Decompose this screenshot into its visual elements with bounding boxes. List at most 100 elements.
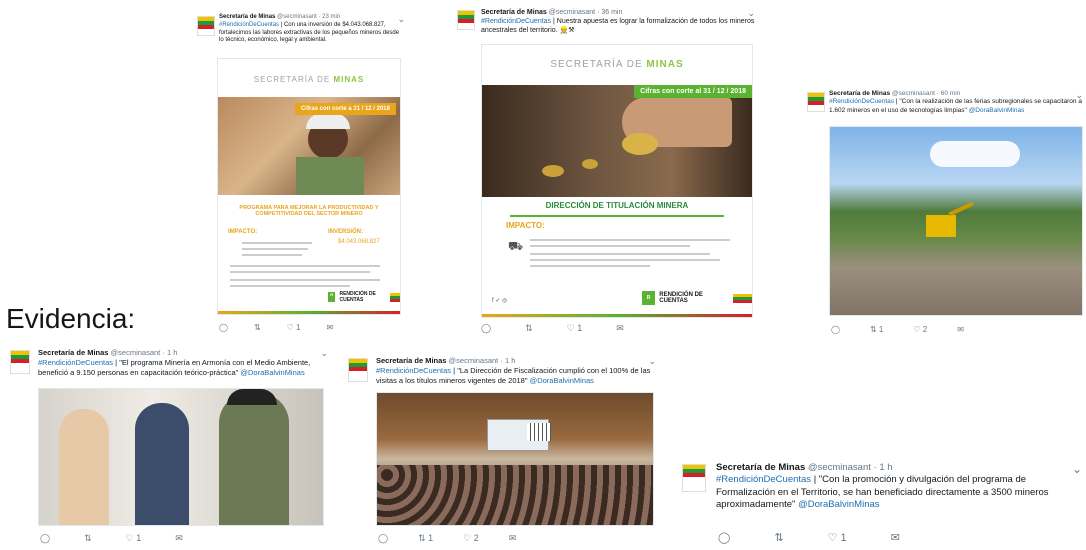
envelope-icon[interactable]: ✉ [327, 323, 334, 332]
like-count: 1 [577, 323, 583, 333]
retweet-icon[interactable]: ⇅ [254, 323, 261, 332]
tweet-photo[interactable] [829, 126, 1083, 316]
hashtag-link[interactable]: #RendiciónDeCuentas [376, 366, 451, 375]
tweet-time[interactable]: · 23 min [319, 14, 341, 20]
author-handle[interactable]: @secminasant [449, 356, 499, 365]
mention-link[interactable]: @DoraBalvinMinas [530, 376, 594, 385]
retweet-button[interactable]: ⇅ 1 [870, 325, 883, 334]
avatar[interactable] [457, 10, 475, 30]
cart-icon: ⛟ [508, 239, 524, 253]
gold-nugget [622, 133, 658, 155]
chevron-down-icon[interactable]: ⌄ [1075, 90, 1083, 102]
like-button[interactable]: ♡ 2 [463, 533, 479, 544]
hashtag-link[interactable]: #RendiciónDeCuentas [829, 98, 894, 105]
hashtag-link[interactable]: #RendiciónDeCuentas [38, 358, 113, 367]
author-handle[interactable]: @secminasant [808, 462, 871, 473]
cloud-shape [930, 141, 1020, 167]
reply-icon[interactable]: ◯ [40, 533, 50, 544]
author-handle[interactable]: @secminasant [111, 348, 161, 357]
avatar[interactable] [807, 92, 825, 112]
like-button[interactable]: ♡ 1 [567, 323, 583, 334]
tweet-actions: ◯ ⇅ 1 ♡ 2 ✉ [831, 325, 1083, 334]
author-handle[interactable]: @secminasant [549, 9, 595, 16]
reply-icon[interactable]: ◯ [378, 533, 388, 544]
gold-nugget [582, 159, 598, 169]
tweet-photo[interactable] [38, 388, 324, 526]
tweet-header: Secretaría de Minas @secminasant · 60 mi… [807, 90, 1083, 115]
reply-icon[interactable]: ◯ [831, 325, 840, 334]
envelope-icon[interactable]: ✉ [616, 323, 624, 334]
like-count: 1 [296, 323, 301, 332]
author-handle[interactable]: @secminasant [892, 90, 935, 97]
like-button[interactable]: ♡ 1 [287, 323, 301, 332]
envelope-icon[interactable]: ✉ [957, 325, 964, 334]
tweet-header: Secretaría de Minas @secminasant · 1 h ⌄… [10, 348, 328, 377]
hashtag-link[interactable]: #RendiciónDeCuentas [219, 22, 279, 28]
chevron-down-icon[interactable]: ⌄ [397, 14, 405, 26]
author-name[interactable]: Secretaría de Minas [716, 462, 805, 473]
reply-icon[interactable]: ◯ [718, 531, 730, 544]
envelope-icon[interactable]: ✉ [891, 531, 900, 544]
avatar[interactable] [348, 358, 368, 382]
excavator-arm [948, 201, 974, 217]
tweet-photo[interactable] [376, 392, 654, 526]
heart-icon: ♡ [125, 533, 134, 543]
like-button[interactable]: ♡ 2 [913, 325, 927, 334]
tweet-header: Secretaría de Minas @secminasant · 1 h ⌄… [682, 462, 1082, 511]
tweet-time[interactable]: · 60 min [937, 90, 960, 97]
investment-label: INVERSIÓN: [328, 229, 364, 235]
tweet-poster-image[interactable]: SECRETARÍA DE MINAS Cifras con corte a 3… [217, 58, 401, 315]
retweet-icon[interactable]: ⇅ [84, 533, 92, 544]
social-icons: f ✓ ◎ [492, 298, 508, 304]
hashtag-link[interactable]: #RendiciónDeCuentas [716, 474, 811, 485]
avatar[interactable] [10, 350, 30, 374]
mention-link[interactable]: @DoraBalvinMinas [240, 368, 304, 377]
retweet-button[interactable]: ⇅ 1 [418, 533, 433, 544]
tweet-poster-image[interactable]: SECRETARÍA DE MINAS Cifras con corte al … [481, 44, 753, 318]
like-button[interactable]: ♡ 1 [828, 531, 847, 544]
envelope-icon[interactable]: ✉ [175, 533, 183, 544]
avatar[interactable] [197, 16, 215, 36]
mention-link[interactable]: @DoraBalvinMinas [969, 107, 1025, 114]
rendicion-logo: R [328, 292, 336, 302]
envelope-icon[interactable]: ✉ [509, 533, 517, 544]
date-ribbon: Cifras con corte al 31 / 12 / 2018 [634, 85, 752, 98]
author-handle[interactable]: @secminasant [277, 14, 317, 20]
author-name[interactable]: Secretaría de Minas [219, 14, 275, 20]
retweet-icon[interactable]: ⇅ [774, 531, 783, 544]
date-ribbon: Cifras con corte a 31 / 12 / 2018 [294, 103, 396, 115]
author-name[interactable]: Secretaría de Minas [481, 9, 547, 16]
retweet-icon: ⇅ [869, 325, 877, 334]
tweet-card: Secretaría de Minas @secminasant · 36 mi… [457, 8, 755, 334]
poster-photo [482, 85, 752, 197]
chevron-down-icon[interactable]: ⌄ [648, 356, 656, 368]
retweet-icon[interactable]: ⇅ [525, 323, 533, 334]
tweet-time[interactable]: · 1 h [874, 462, 893, 473]
tweet-time[interactable]: · 1 h [162, 348, 177, 357]
impact-label: IMPACTO: [228, 229, 258, 235]
like-button[interactable]: ♡ 1 [126, 533, 142, 544]
rendicion-logo-text: RENDICIÓN DE CUENTAS [659, 292, 703, 304]
avatar[interactable] [682, 464, 706, 492]
program-banner: DIRECCIÓN DE TITULACIÓN MINERA [510, 197, 724, 217]
tweet-time[interactable]: · 1 h [500, 356, 515, 365]
poster-footer: R RENDICIÓN DE CUENTAS [642, 291, 752, 305]
reply-icon[interactable]: ◯ [481, 323, 491, 334]
author-name[interactable]: Secretaría de Minas [376, 356, 446, 365]
hashtag-link[interactable]: #RendiciónDeCuentas [481, 18, 551, 25]
tweet-header: Secretaría de Minas @secminasant · 36 mi… [457, 8, 755, 35]
reply-icon[interactable]: ◯ [219, 323, 228, 332]
investment-amount: $4.043.068.827 [338, 239, 380, 245]
flag-logo [389, 292, 400, 302]
chevron-down-icon[interactable]: ⌄ [320, 348, 328, 360]
tweet-time[interactable]: · 36 min [597, 9, 622, 16]
chevron-down-icon[interactable]: ⌄ [747, 8, 755, 20]
author-name[interactable]: Secretaría de Minas [829, 90, 890, 97]
poster-bottom-bar [482, 314, 752, 317]
tweet-header: Secretaría de Minas @secminasant · 23 mi… [197, 14, 405, 45]
body-shape [296, 157, 364, 195]
chevron-down-icon[interactable]: ⌄ [1072, 462, 1082, 478]
mention-link[interactable]: @DoraBalvinMinas [798, 499, 879, 510]
tweet-actions: ◯ ⇅ ♡ 1 ✉ [718, 531, 1082, 544]
author-name[interactable]: Secretaría de Minas [38, 348, 108, 357]
